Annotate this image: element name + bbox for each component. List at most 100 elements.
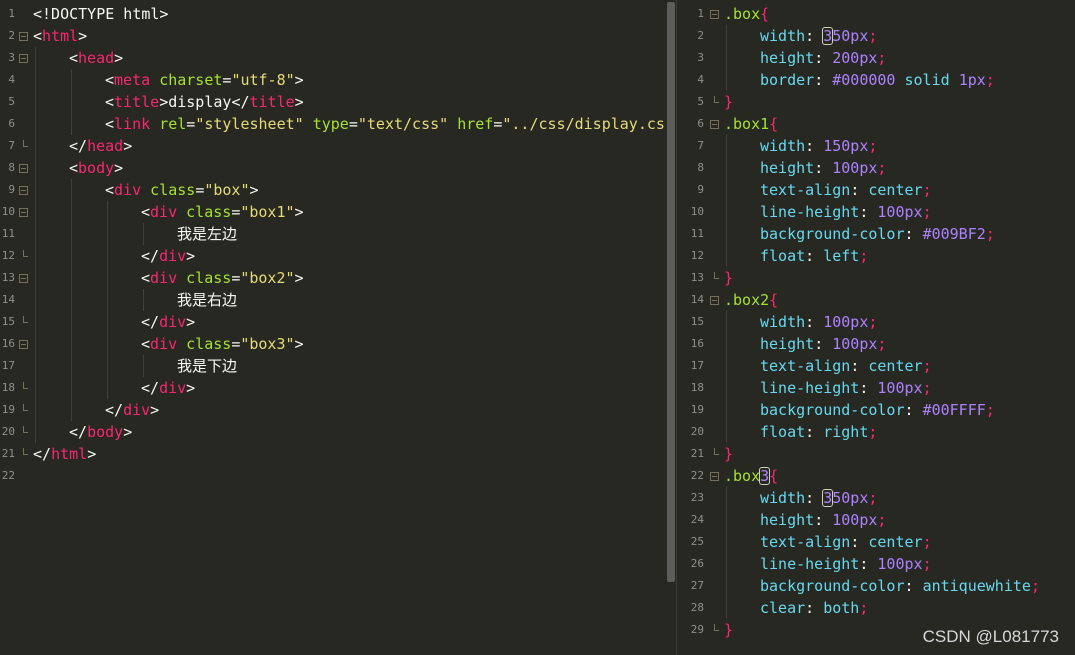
fold-end-icon: [23, 250, 28, 257]
code-line[interactable]: 10 line-height: 100px;: [677, 201, 1075, 223]
code-line[interactable]: 22 .box3{: [677, 465, 1075, 487]
line-number: 24: [690, 513, 704, 526]
html-editor-pane[interactable]: 1 <!DOCTYPE html> 2 <html> 3 <head> 4 <meta cha…: [0, 0, 666, 655]
fold-toggle-icon[interactable]: [710, 10, 719, 19]
token-prop: line-height: [760, 379, 860, 397]
code-line[interactable]: 23 width: 350px;: [677, 487, 1075, 509]
indent-guide: [726, 553, 727, 575]
code-line[interactable]: 17 text-align: center;: [677, 355, 1075, 377]
fold-toggle-icon[interactable]: [19, 340, 28, 349]
code-line[interactable]: 2 <html>: [0, 25, 666, 47]
fold-toggle-icon[interactable]: [19, 208, 28, 217]
code-line[interactable]: 11 background-color: #009BF2;: [677, 223, 1075, 245]
code-line[interactable]: 14 .box2{: [677, 289, 1075, 311]
code-line[interactable]: 12 float: left;: [677, 245, 1075, 267]
token-val: #009BF2: [922, 225, 986, 243]
fold-end-icon: [23, 404, 28, 411]
line-number: 22: [690, 469, 704, 482]
code-line[interactable]: 2 width: 350px;: [677, 25, 1075, 47]
token-semi: ;: [859, 247, 869, 265]
code-line[interactable]: 18 </div>: [0, 377, 666, 399]
fold-end-icon: [714, 448, 719, 455]
line-number: 16: [1, 337, 15, 350]
fold-toggle-icon[interactable]: [19, 54, 28, 63]
code-text: width: 100px;: [724, 311, 877, 333]
code-text: .box{: [724, 3, 769, 25]
css-editor-pane[interactable]: 1 .box{2 width: 350px; 3 height: 200px; 4 bord…: [677, 0, 1075, 655]
line-number: 1: [697, 7, 704, 20]
code-line[interactable]: 12 </div>: [0, 245, 666, 267]
fold-end-icon: [23, 426, 28, 433]
code-line[interactable]: 16 height: 100px;: [677, 333, 1075, 355]
token-punc: :: [805, 423, 824, 441]
code-line[interactable]: 13}: [677, 267, 1075, 289]
line-number: 17: [690, 359, 704, 372]
token-punc: >: [186, 247, 196, 265]
token-semi: ;: [922, 357, 932, 375]
scrollbar-thumb[interactable]: [667, 2, 675, 582]
code-line[interactable]: 13 <div class="box2">: [0, 267, 666, 289]
code-line[interactable]: 7 </head>: [0, 135, 666, 157]
code-line[interactable]: 28 clear: both;: [677, 597, 1075, 619]
code-line[interactable]: 25 text-align: center;: [677, 531, 1075, 553]
fold-toggle-icon[interactable]: [710, 120, 719, 129]
token-punc: </: [141, 379, 160, 397]
code-line[interactable]: 26 line-height: 100px;: [677, 553, 1075, 575]
code-line[interactable]: 21}: [677, 443, 1075, 465]
code-line[interactable]: 8 height: 100px;: [677, 157, 1075, 179]
code-line[interactable]: 19 </div>: [0, 399, 666, 421]
fold-toggle-icon[interactable]: [19, 186, 28, 195]
fold-toggle-icon[interactable]: [19, 274, 28, 283]
token-prop: line-height: [760, 203, 860, 221]
code-line[interactable]: 6 .box1{: [677, 113, 1075, 135]
code-line[interactable]: 27 background-color: antiquewhite;: [677, 575, 1075, 597]
code-text: width: 350px;: [724, 487, 877, 509]
code-line[interactable]: 11 我是左边: [0, 223, 666, 245]
indent-guide: [143, 289, 144, 311]
code-line[interactable]: 24 height: 100px;: [677, 509, 1075, 531]
fold-toggle-icon[interactable]: [19, 164, 28, 173]
code-line[interactable]: 9 <div class="box">: [0, 179, 666, 201]
code-line[interactable]: 17 我是下边: [0, 355, 666, 377]
code-line[interactable]: 22: [0, 465, 666, 487]
fold-toggle-icon[interactable]: [710, 472, 719, 481]
code-line[interactable]: 5}: [677, 91, 1075, 113]
code-line[interactable]: 16 <div class="box3">: [0, 333, 666, 355]
code-line[interactable]: 3 height: 200px;: [677, 47, 1075, 69]
code-line[interactable]: 9 text-align: center;: [677, 179, 1075, 201]
code-line[interactable]: 4 <meta charset="utf-8">: [0, 69, 666, 91]
token-attr: rel: [159, 115, 187, 133]
code-line[interactable]: 20 float: right;: [677, 421, 1075, 443]
line-number: 11: [1, 227, 15, 240]
code-line[interactable]: 15 width: 100px;: [677, 311, 1075, 333]
line-number: 25: [690, 535, 704, 548]
code-line[interactable]: 6 <link rel="stylesheet" type="text/css" …: [0, 113, 666, 135]
code-line[interactable]: 1 <!DOCTYPE html>: [0, 3, 666, 25]
token-prop: width: [760, 489, 806, 507]
indent-guide: [35, 47, 36, 69]
code-line[interactable]: 10 <div class="box1">: [0, 201, 666, 223]
code-line[interactable]: 5 <title>display</title>: [0, 91, 666, 113]
code-line[interactable]: 20 </body>: [0, 421, 666, 443]
line-number: 9: [697, 183, 704, 196]
code-line[interactable]: 19 background-color: #00FFFF;: [677, 399, 1075, 421]
code-line[interactable]: 4 border: #000000 solid 1px;: [677, 69, 1075, 91]
code-line[interactable]: 14 我是右边: [0, 289, 666, 311]
token-punc: >: [78, 27, 88, 45]
code-line[interactable]: 21 </html>: [0, 443, 666, 465]
fold-toggle-icon[interactable]: [19, 32, 28, 41]
code-line[interactable]: 1 .box{: [677, 3, 1075, 25]
code-line[interactable]: 15 </div>: [0, 311, 666, 333]
indent-guide: [35, 201, 36, 223]
code-line[interactable]: 3 <head>: [0, 47, 666, 69]
token-val: 50px: [832, 489, 869, 507]
code-line[interactable]: 7 width: 150px;: [677, 135, 1075, 157]
code-line[interactable]: 18 line-height: 100px;: [677, 377, 1075, 399]
fold-end-icon: [714, 96, 719, 103]
code-text: height: 200px;: [724, 47, 886, 69]
fold-toggle-icon[interactable]: [710, 296, 719, 305]
token-semi: ;: [859, 599, 869, 617]
token-attr: charset: [159, 71, 223, 89]
token-punc: <: [105, 71, 115, 89]
code-line[interactable]: 8 <body>: [0, 157, 666, 179]
